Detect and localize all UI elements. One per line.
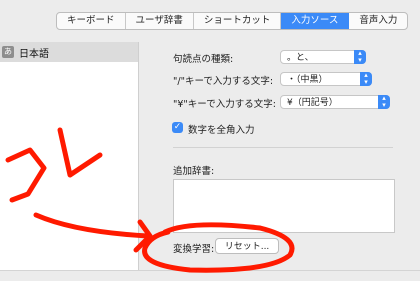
section-divider (173, 147, 393, 148)
tab-shortcuts[interactable]: ショートカット (194, 13, 282, 29)
fullwidth-numbers-checkbox[interactable]: ✓ (172, 122, 183, 133)
sidebar-item-label: 日本語 (19, 48, 49, 60)
hiragana-icon: あ (2, 46, 14, 58)
tab-bar: キーボード ユーザ辞書 ショートカット 入力ソース 音声入力 (56, 12, 409, 30)
fullwidth-numbers-label: 数字を全角入力 (188, 125, 255, 136)
punctuation-label: 句読点の種類: (173, 54, 234, 65)
slash-key-label: "/"キーで入力する文字: (173, 76, 274, 87)
select-stepper-icon: ▴ ▾ (360, 72, 372, 86)
punctuation-value: 。と、 (287, 53, 314, 63)
slash-key-select[interactable]: ・（中黒） ▴ ▾ (280, 72, 372, 86)
yen-key-label: "¥"キーで入力する文字: (173, 99, 276, 110)
settings-pane: 句読点の種類: 。と、 ▴ ▾ "/"キーで入力する文字: ・（中黒） ▴ ▾ "¥… (139, 42, 420, 270)
tab-dictation[interactable]: 音声入力 (349, 13, 407, 29)
select-stepper-icon: ▴ ▾ (378, 95, 390, 109)
yen-key-select[interactable]: ¥（円記号） ▴ ▾ (280, 95, 390, 109)
punctuation-select[interactable]: 。と、 ▴ ▾ (280, 50, 366, 64)
window-bottom-bar (0, 270, 420, 281)
conversion-learning-label: 変換学習: (173, 244, 215, 255)
tab-user-dictionary[interactable]: ユーザ辞書 (126, 13, 194, 29)
tab-keyboard[interactable]: キーボード (57, 13, 126, 29)
additional-dictionary-list[interactable] (173, 179, 395, 233)
additional-dictionary-label: 追加辞書: (173, 166, 215, 177)
tab-input-sources[interactable]: 入力ソース (281, 13, 350, 29)
yen-key-value: ¥（円記号） (287, 98, 338, 108)
slash-key-value: ・（中黒） (287, 75, 328, 85)
select-stepper-icon: ▴ ▾ (354, 50, 366, 64)
input-source-list[interactable]: あ 日本語 (0, 42, 139, 270)
sidebar-item-japanese[interactable]: あ 日本語 (0, 42, 138, 62)
reset-button[interactable]: リセット... (215, 238, 279, 254)
